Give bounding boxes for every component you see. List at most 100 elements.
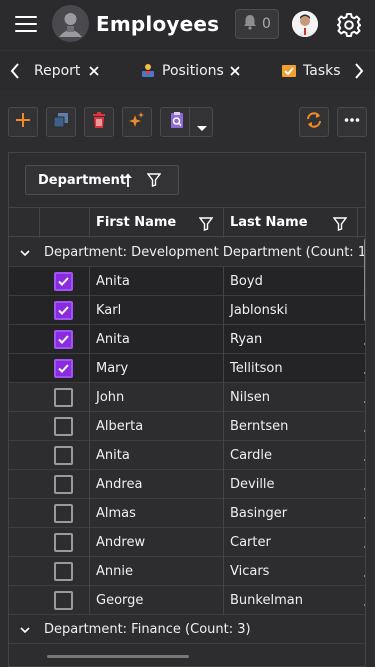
first-name-cell: Almas (96, 506, 136, 521)
delete-button[interactable] (84, 107, 114, 137)
close-icon[interactable] (228, 63, 242, 77)
group-by-department-chip[interactable]: Department (25, 165, 179, 195)
table-row[interactable]: John Nilsen (9, 383, 365, 412)
first-name-cell: John (96, 390, 125, 405)
tab-tasks[interactable]: Tasks (281, 51, 341, 91)
table-row[interactable]: Alberta Berntsen (9, 412, 365, 441)
row-checkbox[interactable] (54, 446, 73, 465)
close-icon[interactable] (87, 63, 101, 77)
notification-count: 0 (262, 16, 271, 32)
refresh-button[interactable] (299, 107, 329, 137)
row-checkbox[interactable] (54, 330, 73, 349)
column-header-last-name[interactable]: Last Name (230, 208, 340, 237)
copy-button[interactable] (46, 107, 76, 137)
overflow-marker (364, 343, 365, 345)
group-label: Department: Finance (Count: 3) (44, 622, 251, 637)
row-checkbox[interactable] (54, 388, 73, 407)
table-row[interactable]: Mary Tellitson (9, 354, 365, 383)
report-dropdown-button[interactable] (160, 107, 213, 137)
row-checkbox[interactable] (54, 417, 73, 436)
first-name-cell: Andrea (96, 477, 143, 492)
column-divider (89, 208, 90, 238)
table-row[interactable]: Annie Vicars (9, 557, 365, 586)
column-divider (89, 267, 90, 615)
tab-scroll-right-icon[interactable] (352, 61, 366, 81)
copy-icon (52, 111, 70, 133)
table-row[interactable]: Almas Basinger (9, 499, 365, 528)
last-name-cell: Jablonski (230, 303, 288, 318)
last-name-cell: Boyd (230, 274, 263, 289)
row-checkbox[interactable] (54, 301, 73, 320)
row-checkbox[interactable] (54, 359, 73, 378)
app-avatar (52, 5, 89, 42)
filter-icon[interactable] (198, 216, 214, 235)
overflow-marker (364, 401, 365, 403)
column-divider (357, 208, 358, 238)
hamburger-menu-icon[interactable] (15, 16, 37, 34)
table-row[interactable]: Andrea Deville (9, 470, 365, 499)
tab-report[interactable]: Report (34, 51, 80, 91)
last-name-cell: Tellitson (230, 361, 283, 376)
tasks-icon (281, 63, 297, 79)
column-header-label: Last Name (230, 214, 308, 230)
column-divider (223, 267, 224, 615)
overflow-marker (364, 430, 365, 432)
group-panel: Department (9, 153, 365, 208)
row-checkbox[interactable] (54, 475, 73, 494)
table-row[interactable]: George Bunkelman (9, 586, 365, 615)
chevron-down-icon (196, 118, 208, 137)
last-name-cell: Basinger (230, 506, 288, 521)
chevron-down-icon[interactable] (19, 624, 31, 634)
last-name-cell: Carter (230, 535, 271, 550)
column-header-first-name[interactable]: First Name (96, 208, 206, 237)
filter-icon[interactable] (332, 216, 348, 235)
more-button[interactable] (337, 107, 367, 137)
last-name-cell: Berntsen (230, 419, 289, 434)
settings-gear-icon[interactable] (337, 13, 361, 37)
user-avatar[interactable] (292, 11, 318, 37)
table-row[interactable]: Karl Jablonski (9, 296, 365, 325)
overflow-marker (364, 517, 365, 519)
first-name-cell: Mary (96, 361, 129, 376)
filter-icon[interactable] (146, 173, 162, 191)
table-row[interactable]: Anita Cardle (9, 441, 365, 470)
horizontal-scrollbar[interactable] (47, 655, 189, 658)
tab-scroll-left-icon[interactable] (8, 61, 22, 81)
more-icon (343, 111, 361, 133)
table-row[interactable]: Andrew Carter (9, 528, 365, 557)
row-checkbox[interactable] (54, 533, 73, 552)
first-name-cell: Anita (96, 332, 130, 347)
add-button[interactable] (8, 107, 38, 137)
page-title: Employees (96, 12, 220, 36)
tab-label: Report (34, 63, 81, 79)
row-checkbox[interactable] (54, 562, 73, 581)
vertical-scrollbar[interactable] (364, 239, 365, 321)
app-header: Employees 0 (0, 0, 375, 50)
tab-bar: Report Positions Tasks (0, 50, 375, 90)
refresh-icon (305, 111, 323, 133)
overflow-marker (364, 459, 365, 461)
overflow-marker (364, 546, 365, 548)
row-checkbox[interactable] (54, 504, 73, 523)
row-checkbox[interactable] (54, 272, 73, 291)
group-row[interactable]: Department: Finance (Count: 3) (9, 615, 365, 644)
first-name-cell: Anita (96, 448, 130, 463)
chevron-down-icon[interactable] (19, 247, 31, 257)
group-label: Department: Development Department (Coun… (44, 245, 366, 260)
first-name-cell: Andrew (96, 535, 146, 550)
overflow-marker (364, 372, 365, 374)
table-row[interactable]: Anita Ryan (9, 325, 365, 354)
last-name-cell: Cardle (230, 448, 273, 463)
row-checkbox[interactable] (54, 591, 73, 610)
tab-label: Tasks (303, 63, 341, 79)
data-grid: Department First Name Last Name Departme… (8, 152, 366, 667)
tab-positions[interactable]: Positions (140, 51, 224, 91)
magic-button[interactable] (122, 107, 152, 137)
overflow-marker (364, 575, 365, 577)
notifications-button[interactable]: 0 (235, 9, 279, 39)
table-row[interactable]: Anita Boyd (9, 267, 365, 296)
bell-icon (243, 14, 257, 34)
sort-ascending-icon[interactable] (122, 172, 134, 192)
column-header-label: First Name (96, 214, 177, 230)
group-row[interactable]: Department: Development Department (Coun… (9, 238, 366, 267)
